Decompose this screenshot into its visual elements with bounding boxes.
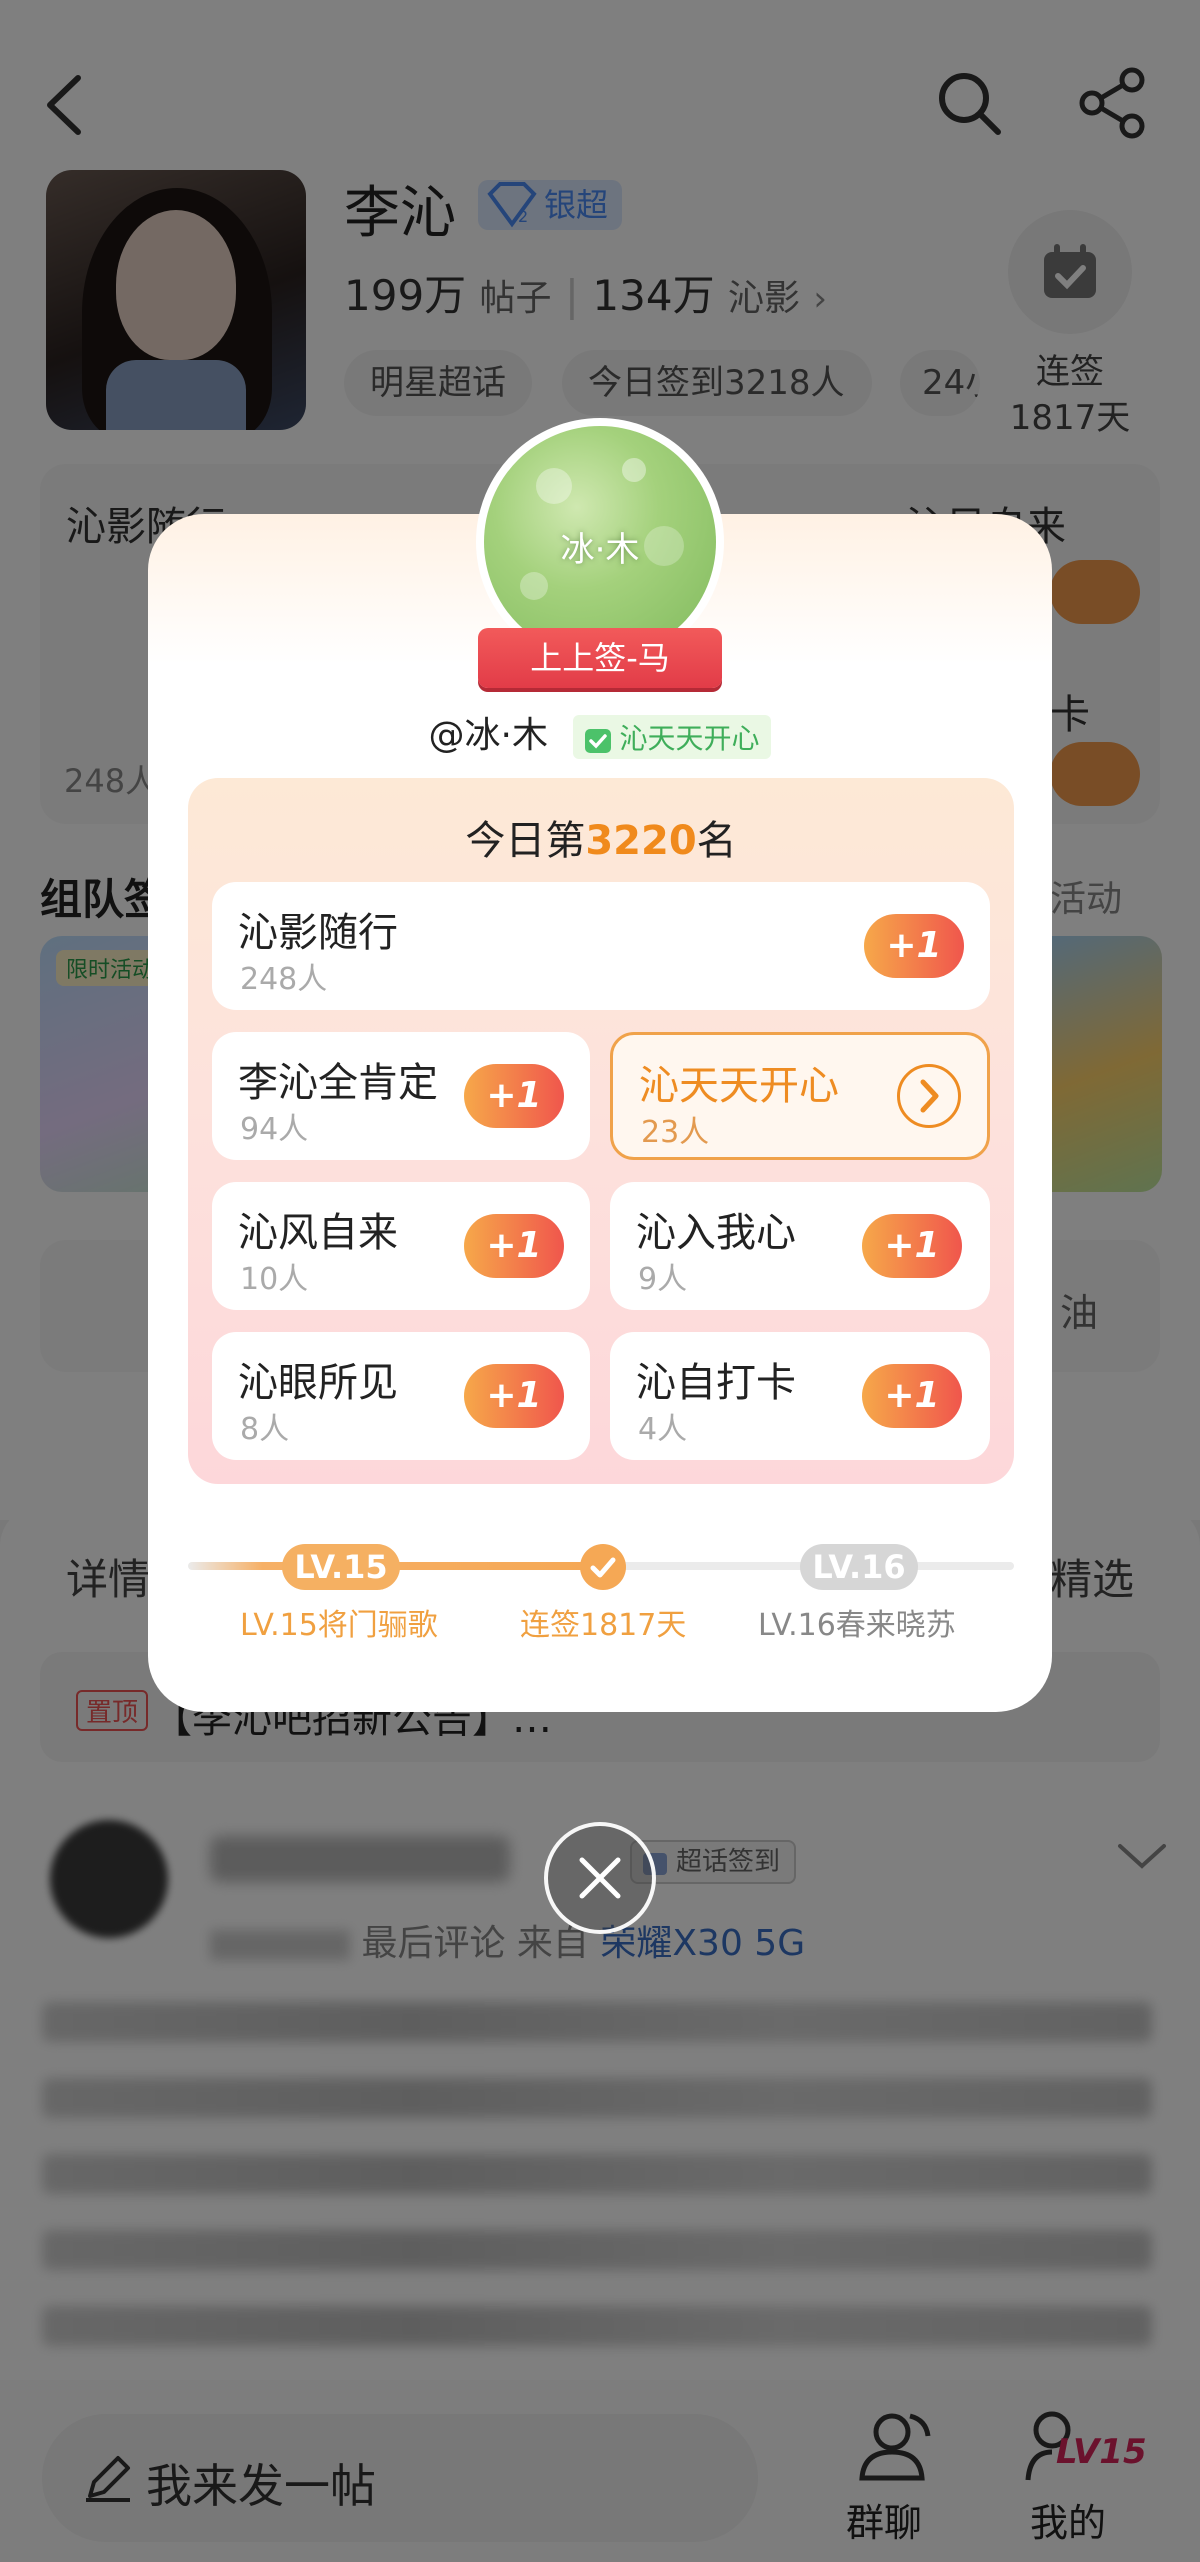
topic-name: 李沁全肯定 — [238, 1060, 438, 1106]
user-topic-label: 沁天天开心 — [619, 722, 760, 755]
topic-card-1[interactable]: 沁影随行 248人 +1 — [212, 882, 990, 1010]
medal-image: 冰·木 — [484, 426, 716, 658]
checkin-result-modal: @冰·木 沁天天开心 今日第3220名 沁影随行 248人 +1 李沁全肯定 9… — [148, 514, 1052, 1712]
topic-count: 8人 — [240, 1412, 290, 1447]
topic-card-5[interactable]: 沁入我心 9人 +1 — [610, 1182, 990, 1310]
plus-one-button[interactable]: +1 — [864, 914, 964, 978]
plus-one-button[interactable]: +1 — [862, 1214, 962, 1278]
rank-suffix: 名 — [696, 818, 737, 864]
topic-name: 沁天天开心 — [639, 1063, 839, 1109]
current-level-caption: LV.15将门骊歌 — [240, 1608, 438, 1643]
medal-text: 冰·木 — [560, 530, 640, 570]
check-icon — [590, 1557, 616, 1578]
topic-count: 248人 — [240, 962, 328, 997]
topic-count: 23人 — [641, 1115, 710, 1150]
current-level-pill: LV.15 — [282, 1544, 400, 1590]
fortune-ribbon: 上上签-马 — [478, 628, 722, 688]
topic-name: 沁影随行 — [238, 910, 398, 956]
streak-caption: 连签1817天 — [520, 1608, 687, 1643]
go-arrow-button[interactable] — [897, 1064, 961, 1128]
plus-one-button[interactable]: +1 — [862, 1364, 962, 1428]
topic-count: 94人 — [240, 1112, 309, 1147]
next-level-pill: LV.16 — [800, 1544, 918, 1590]
plus-one-button[interactable]: +1 — [464, 1064, 564, 1128]
rank-panel: 今日第3220名 沁影随行 248人 +1 李沁全肯定 94人 +1 沁天天开心… — [188, 778, 1014, 1484]
rank-title: 今日第3220名 — [188, 808, 1014, 866]
topic-card-3-active[interactable]: 沁天天开心 23人 — [610, 1032, 990, 1160]
topic-card-7[interactable]: 沁自打卡 4人 +1 — [610, 1332, 990, 1460]
next-level-caption: LV.16春来晓苏 — [758, 1608, 956, 1643]
calendar-check-icon — [585, 729, 612, 753]
user-row: @冰·木 沁天天开心 — [148, 706, 1052, 759]
topic-name: 沁眼所见 — [238, 1360, 398, 1406]
topic-card-6[interactable]: 沁眼所见 8人 +1 — [212, 1332, 590, 1460]
user-topic-tag: 沁天天开心 — [573, 715, 772, 759]
plus-one-button[interactable]: +1 — [464, 1214, 564, 1278]
rank-number: 3220 — [585, 818, 697, 864]
topic-count: 4人 — [638, 1412, 688, 1447]
close-icon — [579, 1857, 621, 1899]
plus-one-button[interactable]: +1 — [464, 1364, 564, 1428]
topic-name: 沁自打卡 — [636, 1360, 796, 1406]
chevron-right-icon — [920, 1079, 939, 1113]
topic-count: 10人 — [240, 1262, 309, 1297]
topic-name: 沁风自来 — [238, 1210, 398, 1256]
close-modal-button[interactable] — [544, 1822, 656, 1934]
topic-card-2[interactable]: 李沁全肯定 94人 +1 — [212, 1032, 590, 1160]
rank-prefix: 今日第 — [465, 818, 586, 864]
topic-name: 沁入我心 — [636, 1210, 796, 1256]
topic-count: 9人 — [638, 1262, 688, 1297]
streak-check-marker — [580, 1544, 626, 1590]
topic-card-4[interactable]: 沁风自来 10人 +1 — [212, 1182, 590, 1310]
username[interactable]: @冰·木 — [429, 715, 548, 756]
